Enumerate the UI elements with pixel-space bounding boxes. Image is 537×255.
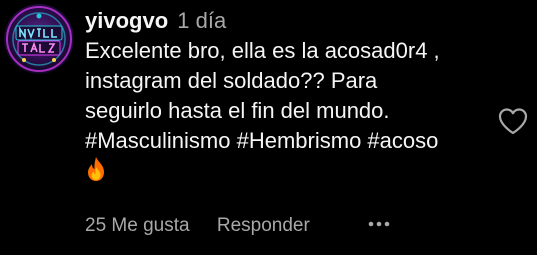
reply-button[interactable]: Responder <box>217 215 310 236</box>
comment-header: yivogvo 1 día <box>85 6 515 36</box>
timestamp: 1 día <box>177 8 227 33</box>
comment-actions: 25 Me gusta Responder <box>85 213 310 239</box>
likes-count-button[interactable]: 25 Me gusta <box>85 215 190 236</box>
comment-text-line: #Masculinismo #Hembrismo #acoso <box>85 128 439 153</box>
avatar[interactable] <box>4 4 74 74</box>
comment-item: yivogvo 1 día Excelente bro, ella es la … <box>0 0 537 255</box>
more-options-icon[interactable] <box>362 214 396 234</box>
avatar-image <box>4 4 74 74</box>
comment-text-line: seguirlo hasta el fin del mundo. <box>85 98 390 123</box>
comment-body: yivogvo 1 día Excelente bro, ella es la … <box>85 6 515 184</box>
username-link[interactable]: yivogvo <box>85 8 168 33</box>
comment-text-line: Excelente bro, ella es la acosad0r4 , <box>85 38 440 63</box>
fire-emoji-icon <box>85 156 515 184</box>
heart-outline-icon[interactable] <box>497 106 529 136</box>
comment-text-line: instagram del soldado?? Para <box>85 68 378 93</box>
comment-text: Excelente bro, ella es la acosad0r4 , in… <box>85 36 515 156</box>
